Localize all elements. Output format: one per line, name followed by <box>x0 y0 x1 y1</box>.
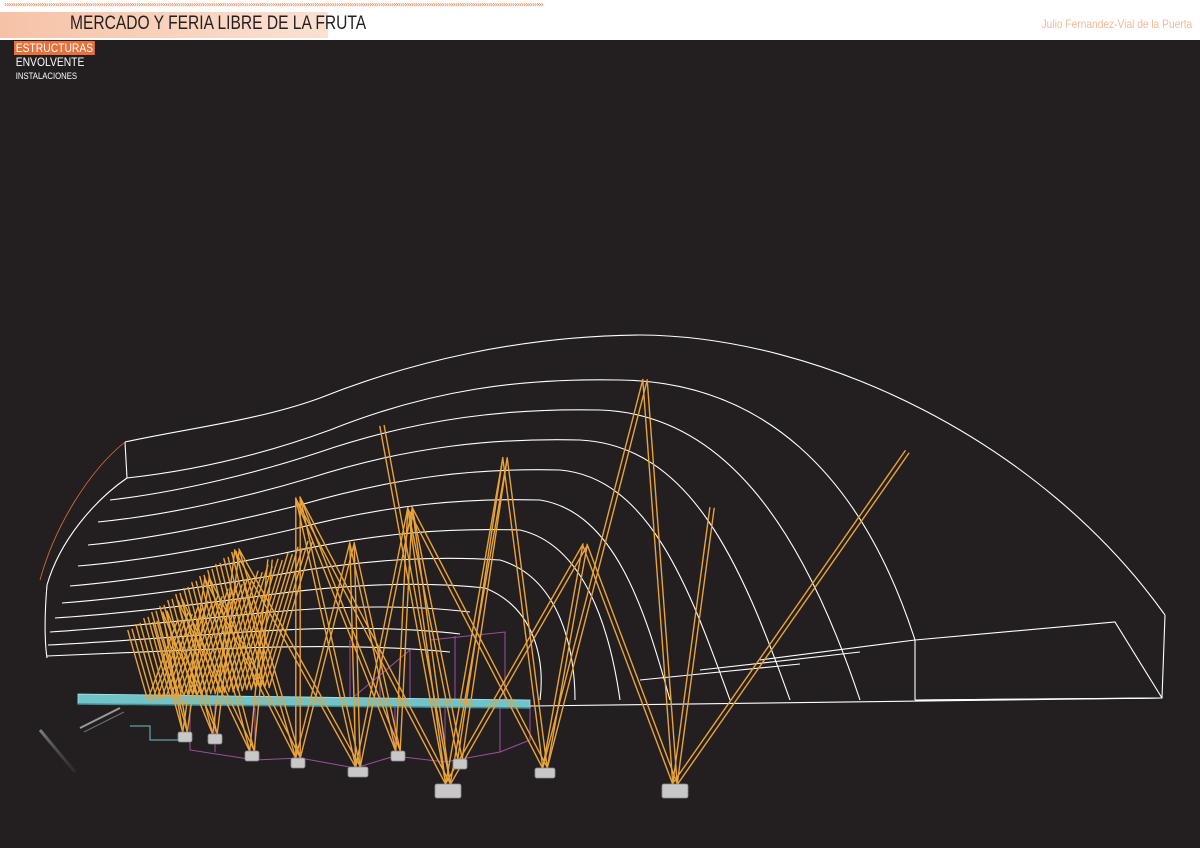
column-footing <box>177 731 193 743</box>
column-strut-edge <box>355 506 409 768</box>
column-strut-edge <box>299 496 361 768</box>
column-footing <box>290 757 306 769</box>
access-stair <box>38 707 125 773</box>
structure-drawing <box>38 334 1166 799</box>
column-strut-edge <box>151 611 176 699</box>
column-strut-edge <box>299 496 451 784</box>
column-footing <box>434 783 462 799</box>
column-strut-edge <box>295 541 351 759</box>
column-strut-edge <box>676 452 910 786</box>
column-footing <box>347 766 369 778</box>
column-footing <box>452 758 468 770</box>
column-strut-edge <box>379 425 447 786</box>
column-strut-edge <box>546 544 588 770</box>
roof-right-inner <box>914 621 1163 699</box>
column-strut-edge <box>546 379 648 770</box>
column-strut-edge <box>676 507 715 785</box>
column-footing <box>390 750 406 762</box>
column-footing <box>534 767 556 779</box>
column-strut-edge <box>646 379 678 785</box>
column-strut-edge <box>295 497 357 769</box>
column-footing <box>207 733 223 745</box>
roof-right-end <box>914 614 1166 701</box>
column-strut-edge <box>411 506 451 785</box>
column-strut-edge <box>582 545 674 786</box>
roof-left-end <box>124 441 128 479</box>
column-strut-edge <box>411 506 548 768</box>
column-strut-edge <box>642 379 674 785</box>
column-footing <box>244 750 260 762</box>
column-strut-edge <box>672 507 711 785</box>
column-footing <box>661 783 689 799</box>
roof-outer-edge <box>124 334 1166 616</box>
column-strut-edge <box>506 457 548 769</box>
page: ››››››››››››››››››››››››››››››››››››››››… <box>0 0 1200 848</box>
column-strut-edge <box>672 450 906 784</box>
